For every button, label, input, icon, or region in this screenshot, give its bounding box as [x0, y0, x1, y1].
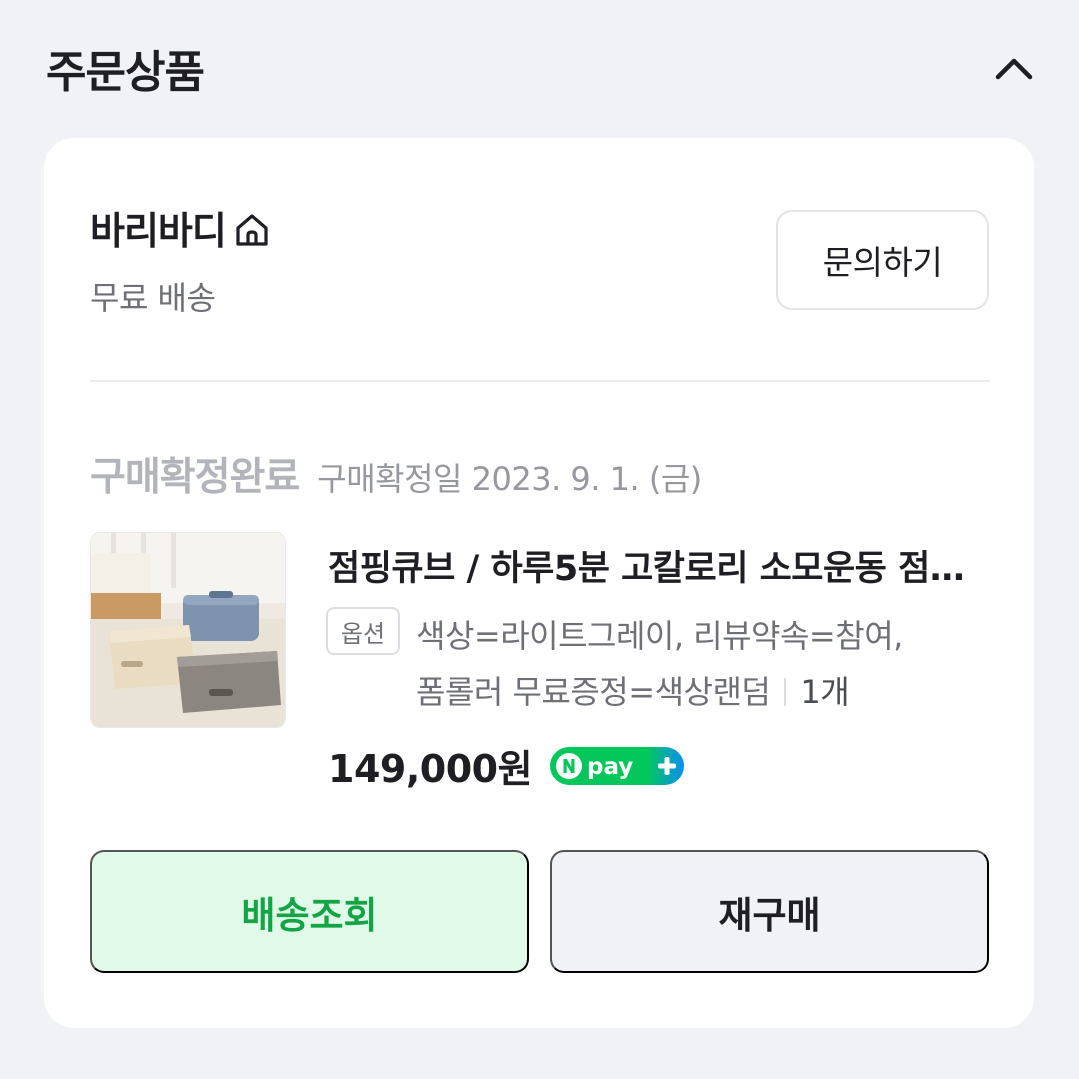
product-price: 149,000원: [328, 747, 533, 791]
option-line-text: 폼롤러 무료증정=색상랜덤: [416, 673, 771, 711]
chevron-up-icon: [995, 58, 1033, 80]
delivery-tracking-button[interactable]: 배송조회: [90, 850, 529, 973]
order-items-header: 주문상품: [0, 0, 1079, 138]
product-image: [91, 533, 285, 727]
section-title: 주문상품: [46, 47, 205, 98]
shipping-info: 무료 배송: [90, 279, 216, 317]
confirm-date: 구매확정일 2023. 9. 1. (금): [317, 460, 702, 498]
divider: [90, 380, 990, 382]
order-status: 구매확정완료: [90, 455, 300, 500]
home-icon: [232, 210, 272, 250]
option-badge: 옵션: [326, 607, 400, 655]
option-line: 색상=라이트그레이, 리뷰약속=참여,: [416, 617, 903, 655]
seller-link[interactable]: 바리바디: [90, 200, 272, 255]
svg-text:pay: pay: [587, 754, 633, 780]
npay-plus-badge: pay: [550, 746, 685, 785]
rebuy-button[interactable]: 재구매: [550, 850, 989, 973]
seller-name: 바리바디: [90, 209, 227, 253]
order-status-row: 구매확정완료 구매확정일 2023. 9. 1. (금): [90, 446, 702, 502]
option-details: 색상=라이트그레이, 리뷰약속=참여, 폼롤러 무료증정=색상랜덤 1개: [416, 608, 1006, 720]
inquiry-button[interactable]: 문의하기: [776, 210, 989, 310]
option-line: 폼롤러 무료증정=색상랜덤 1개: [416, 664, 1006, 720]
product-thumbnail[interactable]: [90, 532, 286, 728]
quantity: 1개: [800, 673, 850, 711]
order-card: 바리바디 무료 배송 문의하기 구매확정완료 구매확정일 2023. 9. 1.…: [44, 138, 1034, 1028]
separator: [784, 678, 787, 706]
price-row: 149,000원 pay: [328, 738, 685, 793]
product-title[interactable]: 점핑큐브 / 하루5분 고칼로리 소모운동 점핑 큐브: [328, 540, 988, 591]
collapse-button[interactable]: [988, 46, 1040, 90]
